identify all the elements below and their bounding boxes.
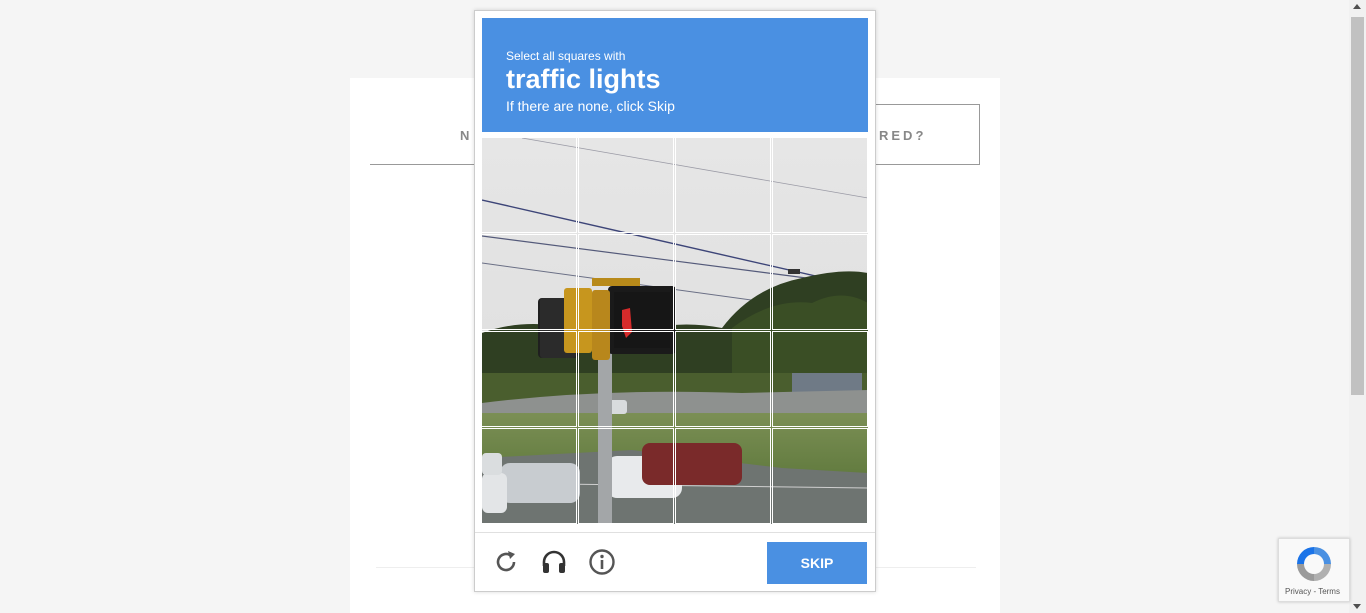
- captcha-instruction: Select all squares with: [506, 49, 626, 63]
- grid-tile[interactable]: [675, 234, 771, 330]
- grid-tile[interactable]: [772, 234, 868, 330]
- headphones-icon[interactable]: [540, 548, 568, 576]
- grid-tile[interactable]: [578, 138, 674, 233]
- skip-button[interactable]: SKIP: [767, 542, 867, 584]
- grid-tile[interactable]: [482, 234, 577, 330]
- grid-tile[interactable]: [482, 331, 577, 427]
- grid-tile[interactable]: [578, 331, 674, 427]
- grid-tile[interactable]: [482, 138, 577, 233]
- grid-tile[interactable]: [675, 428, 771, 524]
- grid-tile[interactable]: [578, 234, 674, 330]
- grid-tile[interactable]: [482, 428, 577, 524]
- background-tab-left-label[interactable]: N: [460, 128, 472, 143]
- grid-tile[interactable]: [578, 428, 674, 524]
- captcha-image-grid: [482, 138, 868, 524]
- scroll-up-arrow-icon[interactable]: [1353, 4, 1361, 9]
- recaptcha-logo-icon: [1297, 547, 1331, 581]
- grid-tile[interactable]: [675, 331, 771, 427]
- reload-icon[interactable]: [492, 548, 520, 576]
- recaptcha-privacy-terms[interactable]: Privacy - Terms: [1285, 587, 1340, 596]
- grid-tile[interactable]: [675, 138, 771, 233]
- recaptcha-badge[interactable]: Privacy - Terms: [1278, 538, 1350, 602]
- captcha-header: Select all squares with traffic lights I…: [482, 18, 868, 132]
- background-tab-right-label[interactable]: RED?: [879, 128, 926, 143]
- captcha-footer: SKIP: [475, 532, 875, 592]
- grid-tile[interactable]: [772, 331, 868, 427]
- grid-tile[interactable]: [772, 428, 868, 524]
- captcha-instruction-sub: If there are none, click Skip: [506, 98, 675, 114]
- grid-tile[interactable]: [772, 138, 868, 233]
- scrollbar[interactable]: [1349, 0, 1366, 613]
- captcha-dialog: Select all squares with traffic lights I…: [474, 10, 876, 592]
- captcha-target-object: traffic lights: [506, 64, 661, 94]
- scroll-thumb[interactable]: [1351, 17, 1364, 395]
- info-icon[interactable]: [588, 548, 616, 576]
- scroll-down-arrow-icon[interactable]: [1353, 604, 1361, 609]
